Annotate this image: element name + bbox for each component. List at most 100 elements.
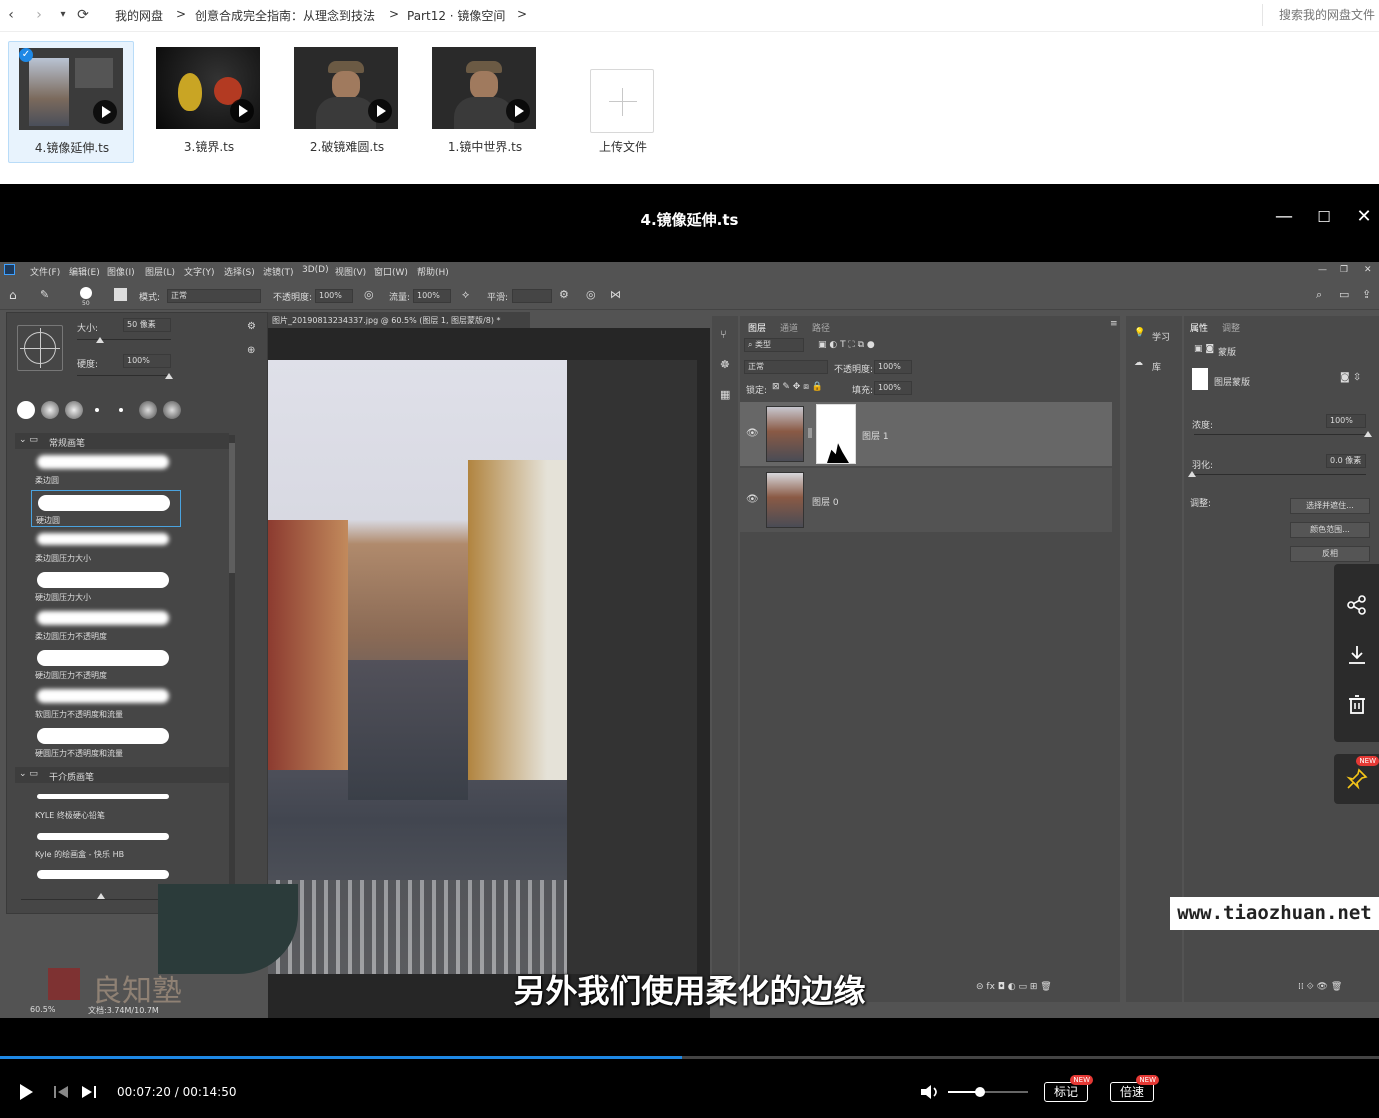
tab-layers[interactable]: 图层 [748,321,766,334]
ps-menu-image[interactable]: 图像(I) [107,265,135,278]
minimize-icon[interactable]: — [1273,206,1295,228]
file-tile[interactable]: 2.破镜难圆.ts [284,41,410,163]
panel-menu-icon[interactable]: ≡ [1110,319,1118,329]
recent-brush-soft[interactable] [65,401,83,419]
scrollbar-thumb[interactable] [229,443,235,573]
ps-menu-edit[interactable]: 编辑(E) [69,265,100,278]
tab-properties[interactable]: 属性 [1190,321,1208,334]
recent-brush-soft[interactable] [163,401,181,419]
ps-canvas[interactable] [158,328,710,1018]
brush-preset-item[interactable] [31,864,181,886]
layer-opacity-input[interactable]: 100% [874,360,912,374]
brush-settings-icon[interactable] [114,288,127,301]
workspace-icon[interactable]: ▭ [1339,288,1349,301]
brush-list-scrollbar[interactable] [229,435,235,887]
layer-name[interactable]: 图层 0 [812,495,839,508]
pin-icon[interactable] [1346,768,1368,790]
link-icon[interactable] [808,428,812,438]
brush-preset-item[interactable]: 硬边圆压力不透明度 [31,646,181,683]
brush-preset-item[interactable]: 柔边圆 [31,451,181,488]
recent-brush-small[interactable] [95,408,99,412]
feather-slider[interactable] [1194,474,1366,475]
breadcrumb-item-course[interactable]: 创意合成完全指南：从理念到技法 [195,7,375,24]
brush-group-header[interactable]: ⌄ ▭ 常规画笔 [15,433,229,449]
layer-row[interactable]: 👁 图层 0 [740,468,1112,532]
tab-paths[interactable]: 路径 [812,321,830,334]
refresh-icon[interactable]: ⟳ [74,6,92,24]
file-tile[interactable]: ✓ 4.镜像延伸.ts [8,41,134,163]
progress-bar[interactable] [0,1056,1379,1059]
file-tile[interactable]: 1.镜中世界.ts [422,41,548,163]
ps-menu-type[interactable]: 文字(Y) [184,265,215,278]
layer-mask-thumbnail[interactable] [816,404,856,464]
hardness-slider-thumb[interactable] [165,373,173,379]
ps-menu-view[interactable]: 视图(V) [335,265,366,278]
pressure-size-icon[interactable]: ◎ [586,288,596,301]
layer-filter-select[interactable]: ⌕ 类型 [744,338,804,352]
trash-icon[interactable] [1346,694,1368,716]
brush-preset-item[interactable]: 柔边圆压力大小 [31,529,181,566]
ps-close-icon[interactable]: ✕ [1364,265,1372,275]
ps-menu-3d[interactable]: 3D(D) [302,265,329,275]
share-icon[interactable] [1346,594,1368,616]
history-dropdown-icon[interactable]: ▾ [54,6,72,24]
brush-preset-icon[interactable] [80,287,92,299]
color-icon[interactable]: ☸ [720,358,730,371]
layer-name[interactable]: 图层 1 [862,429,889,442]
ps-menu-window[interactable]: 窗口(W) [374,265,408,278]
hardness-slider[interactable] [77,375,171,376]
pin-panel[interactable]: NEW [1334,754,1379,804]
close-icon[interactable]: ✕ [1353,206,1375,228]
forward-icon[interactable]: › [30,6,48,24]
brush-preset-item[interactable]: 软圆压力不透明度和流量 [31,685,181,722]
volume-slider[interactable] [948,1087,1028,1097]
maximize-icon[interactable]: ☐ [1313,206,1335,228]
search-icon[interactable]: ⌕ [1316,288,1322,302]
brush-preset-item-selected[interactable]: 硬边圆 [31,490,181,527]
opacity-input[interactable]: 100% [315,289,353,303]
pixel-mask-icon[interactable]: ▣ ◙ [1194,344,1214,354]
back-icon[interactable]: ‹ [2,6,20,24]
breadcrumb-item-my-drive[interactable]: 我的网盘 [115,7,163,24]
size-slider-thumb[interactable] [96,337,104,343]
fill-input[interactable]: 100% [874,381,912,395]
density-thumb[interactable] [1364,431,1372,437]
gear-icon[interactable]: ⚙ [247,321,256,332]
lightbulb-icon[interactable]: 💡 [1134,328,1145,338]
eye-icon[interactable]: 👁 [746,494,759,505]
brush-preset-panel[interactable]: 大小: 50 像素 硬度: 100% ⚙ ⊕ ⌄ ▭ 常规画笔 柔边圆 硬边圆 … [6,312,268,914]
cloud-icon[interactable]: ☁ [1134,358,1143,368]
file-tile[interactable]: 3.镜界.ts [146,41,272,163]
brush-preset-item[interactable]: 硬边圆压力大小 [31,568,181,605]
color-range-button[interactable]: 颜色范围... [1290,522,1370,538]
speed-button[interactable]: 倍速 NEW [1110,1075,1159,1102]
brush-preset-item[interactable]: KYLE 终极硬心铅笔 [31,786,181,823]
brush-group-header[interactable]: ⌄ ▭ 干介质画笔 [15,767,229,783]
recent-brush-soft[interactable] [139,401,157,419]
mode-select[interactable]: 正常 [167,289,261,303]
recent-brush-hard[interactable] [17,401,35,419]
smoothing-input[interactable] [512,289,552,303]
history-icon[interactable]: ⑂ [720,328,727,341]
breadcrumb-item-part12[interactable]: Part12 · 镜像空间 [407,7,505,24]
ps-menu-help[interactable]: 帮助(H) [417,265,449,278]
previous-icon[interactable] [53,1085,69,1099]
lock-icons[interactable]: ⊠ ✎ ✥ ⧈ 🔒 [772,382,823,392]
search-input[interactable] [1262,4,1378,26]
pressure-opacity-icon[interactable]: ◎ [364,288,374,301]
grid-icon[interactable]: ▦ [720,388,730,401]
brush-angle-widget[interactable] [17,325,63,371]
ps-restore-icon[interactable]: ❐ [1340,265,1348,275]
size-slider[interactable] [77,339,171,340]
tab-channels[interactable]: 通道 [780,321,798,334]
mark-button[interactable]: 标记 NEW [1044,1075,1093,1102]
share-upload-icon[interactable]: ⇪ [1362,288,1371,301]
play-button-icon[interactable] [18,1083,34,1101]
ps-menu-select[interactable]: 选择(S) [224,265,255,278]
ps-menu-layer[interactable]: 图层(L) [145,265,175,278]
brush-tool-icon[interactable]: ✎ [40,288,49,301]
learn-label[interactable]: 学习 [1152,330,1170,343]
upload-button[interactable] [590,69,654,133]
brush-preset-item[interactable]: 硬圆压力不透明度和流量 [31,724,181,761]
next-icon[interactable] [81,1085,97,1099]
